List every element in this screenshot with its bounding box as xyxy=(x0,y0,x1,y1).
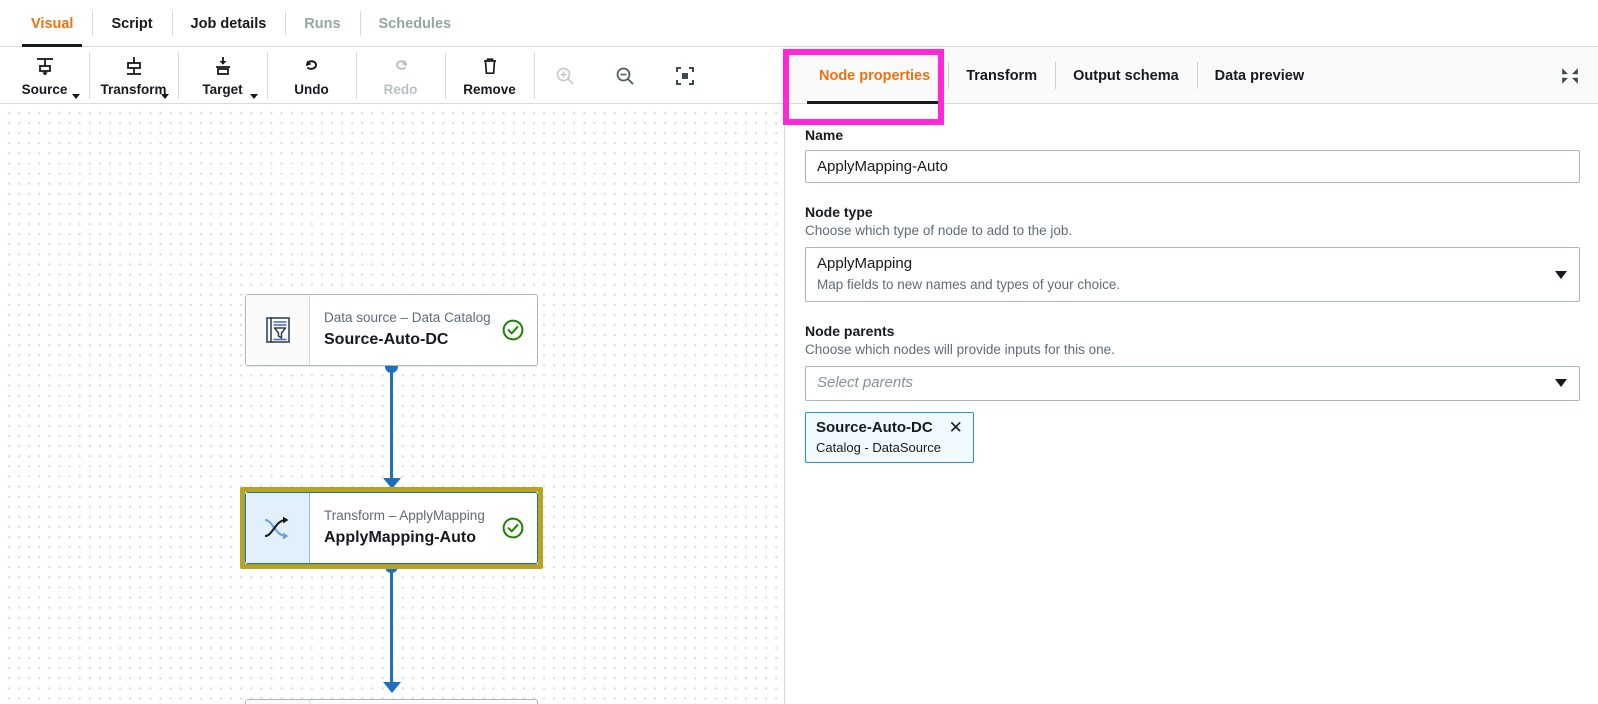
node-parent-chip-subtitle: Catalog - DataSource xyxy=(816,440,963,457)
tab-data-preview[interactable]: Data preview xyxy=(1197,47,1322,104)
tab-runs[interactable]: Runs xyxy=(285,0,359,47)
tab-output-schema-label: Output schema xyxy=(1073,68,1179,84)
source-button[interactable]: Source xyxy=(0,47,89,104)
close-icon[interactable]: ✕ xyxy=(949,419,963,436)
tab-runs-label: Runs xyxy=(304,16,340,32)
editor-body: Data source – Data Catalog Source-Auto-D… xyxy=(0,104,1598,704)
tab-transform[interactable]: Transform xyxy=(948,47,1055,104)
zoom-in-icon[interactable] xyxy=(548,59,582,93)
node-source-auto-dc[interactable]: Data source – Data Catalog Source-Auto-D… xyxy=(245,294,538,366)
status-badge-ok xyxy=(501,318,525,342)
panel-tab-bar: Node properties Transform Output schema … xyxy=(785,47,1598,104)
tab-job-details-label: Job details xyxy=(191,16,267,32)
undo-icon xyxy=(301,55,323,80)
name-label: Name xyxy=(805,126,1580,144)
data-catalog-icon xyxy=(246,295,310,365)
remove-label: Remove xyxy=(463,83,516,97)
node-type-selected-value: ApplyMapping xyxy=(817,254,1545,274)
transform-button[interactable]: Transform xyxy=(89,47,178,104)
source-icon xyxy=(34,55,56,80)
redo-button[interactable]: Redo xyxy=(356,47,445,104)
tab-script-label: Script xyxy=(111,16,152,32)
node-type-field-group: Node type Choose which type of node to a… xyxy=(805,203,1580,302)
glue-studio-visual-editor: Visual Script Job details Runs Schedules xyxy=(0,0,1598,704)
node-applymapping-auto[interactable]: Transform – ApplyMapping ApplyMapping-Au… xyxy=(245,492,538,564)
tab-job-details[interactable]: Job details xyxy=(172,0,286,47)
transform-label: Transform xyxy=(100,83,166,97)
node-parents-label: Node parents xyxy=(805,322,1580,340)
zoom-controls xyxy=(534,47,702,104)
tab-script[interactable]: Script xyxy=(92,0,171,47)
connector-arrowhead xyxy=(383,682,401,693)
node-details-panel: Node properties Transform Output schema … xyxy=(785,104,1598,704)
visual-canvas[interactable]: Data source – Data Catalog Source-Auto-D… xyxy=(0,104,785,704)
tab-visual-label: Visual xyxy=(31,16,73,32)
chevron-down-icon xyxy=(1555,379,1567,387)
node-applymapping-auto-selection: Transform – ApplyMapping ApplyMapping-Au… xyxy=(240,487,543,569)
redo-icon xyxy=(390,55,412,80)
node-type-select[interactable]: ApplyMapping Map fields to new names and… xyxy=(805,247,1580,301)
source-caret-icon xyxy=(72,94,80,99)
node-type-hint: Choose which type of node to add to the … xyxy=(805,222,1580,241)
tab-schedules[interactable]: Schedules xyxy=(360,0,471,47)
target-button[interactable]: Target xyxy=(178,47,267,104)
s3-bucket-icon xyxy=(246,700,310,704)
target-icon xyxy=(212,55,234,80)
redo-label: Redo xyxy=(384,83,418,97)
apply-mapping-icon xyxy=(246,493,310,563)
target-caret-icon xyxy=(250,94,258,99)
status-badge-ok xyxy=(501,516,525,540)
node-parent-chip-name: Source-Auto-DC xyxy=(816,418,933,438)
node-type-label: Node type xyxy=(805,203,1580,221)
node-properties-form: Name Node type Choose which type of node… xyxy=(785,104,1598,704)
tab-transform-label: Transform xyxy=(966,68,1037,84)
fit-to-screen-icon[interactable] xyxy=(668,59,702,93)
node-subtitle: Data source – Data Catalog xyxy=(324,309,493,327)
node-title: Source-Auto-DC xyxy=(324,329,493,351)
undo-button[interactable]: Undo xyxy=(267,47,356,104)
node-subtitle: Transform – ApplyMapping xyxy=(324,507,493,525)
node-parents-select[interactable]: Select parents xyxy=(805,366,1580,401)
chevron-down-icon xyxy=(1555,271,1567,279)
target-label: Target xyxy=(202,83,242,97)
node-type-selected-description: Map fields to new names and types of you… xyxy=(817,276,1545,294)
transform-icon xyxy=(123,55,145,80)
tab-output-schema[interactable]: Output schema xyxy=(1055,47,1197,104)
node-parents-field-group: Node parents Choose which nodes will pro… xyxy=(805,322,1580,464)
tab-node-properties[interactable]: Node properties xyxy=(801,47,948,104)
node-parent-chip: Source-Auto-DC ✕ Catalog - DataSource xyxy=(805,412,974,463)
node-parents-hint: Choose which nodes will provide inputs f… xyxy=(805,341,1580,360)
undo-label: Undo xyxy=(294,83,329,97)
node-parents-placeholder: Select parents xyxy=(817,373,1545,393)
transform-caret-icon xyxy=(161,94,169,99)
trash-icon xyxy=(479,55,501,80)
remove-button[interactable]: Remove xyxy=(445,47,534,104)
tab-visual[interactable]: Visual xyxy=(12,0,92,47)
node-s3-bucket[interactable]: Data target - S3 bucket S3 bucket xyxy=(245,699,538,704)
node-title: ApplyMapping-Auto xyxy=(324,527,493,549)
name-field-group: Name xyxy=(805,126,1580,183)
source-label: Source xyxy=(22,83,68,97)
zoom-out-icon[interactable] xyxy=(608,59,642,93)
job-tabs: Visual Script Job details Runs Schedules xyxy=(0,0,1598,47)
tab-data-preview-label: Data preview xyxy=(1215,68,1304,84)
tab-schedules-label: Schedules xyxy=(379,16,452,32)
expand-arrows-icon[interactable] xyxy=(1560,47,1598,104)
name-input[interactable] xyxy=(805,150,1580,183)
tab-node-properties-label: Node properties xyxy=(819,68,930,84)
